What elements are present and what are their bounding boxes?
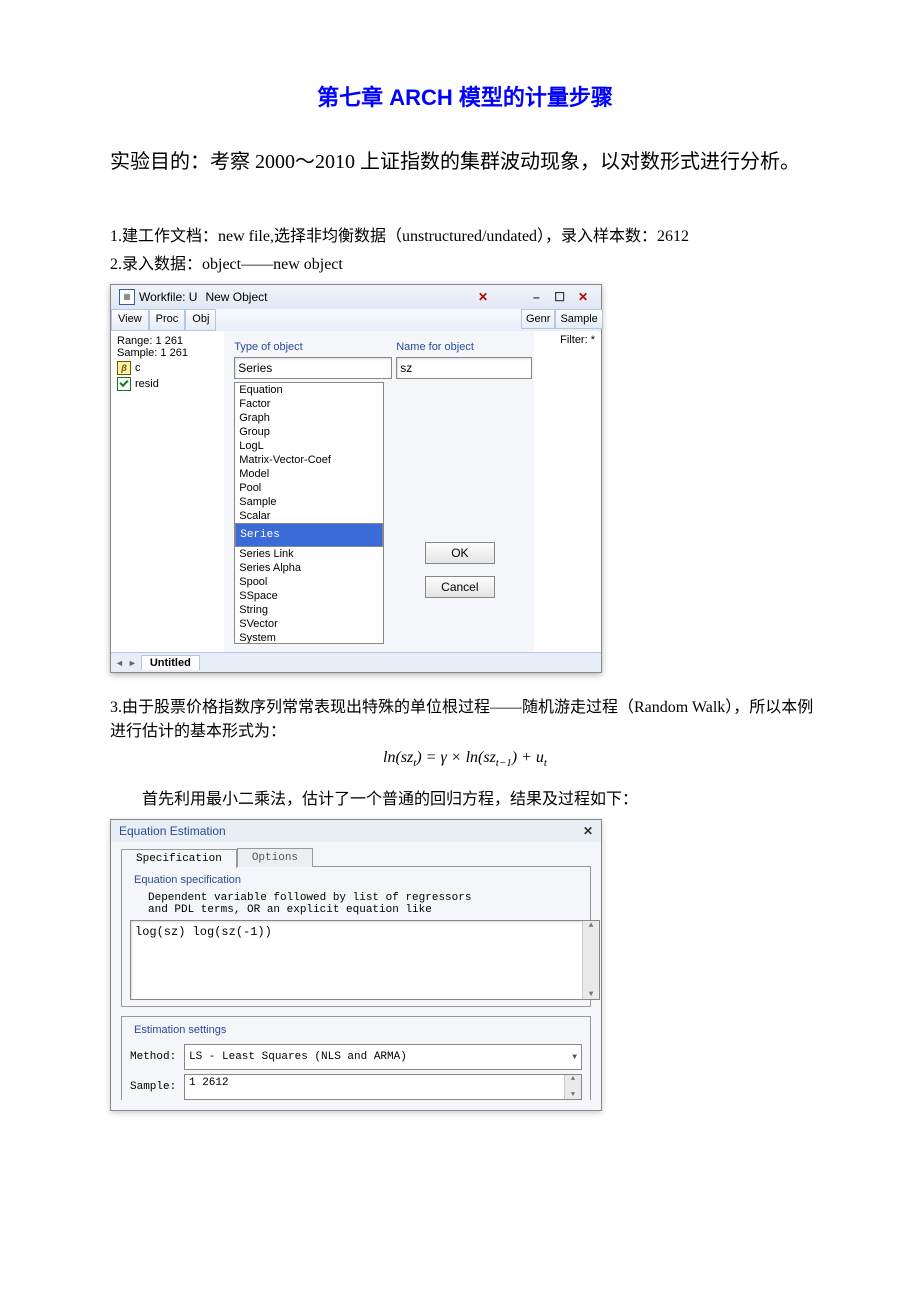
equation-formula: ln(szt) = γ × ln(szt−1) + ut xyxy=(110,749,820,769)
tab-specification[interactable]: Specification xyxy=(121,849,237,868)
list-item[interactable]: Sample xyxy=(235,495,383,509)
scroll-down-icon[interactable]: ▼ xyxy=(589,990,594,999)
spinner[interactable]: ▲▼ xyxy=(564,1075,581,1099)
method-select[interactable]: LS - Least Squares (NLS and ARMA)▼ xyxy=(184,1044,582,1070)
eq-title: Equation Estimation xyxy=(119,824,226,838)
type-input[interactable] xyxy=(234,357,392,379)
spec-label: Equation specification xyxy=(130,874,245,886)
list-item[interactable]: SSpace xyxy=(235,589,383,603)
modal-title: New Object xyxy=(205,290,267,304)
est-label: Estimation settings xyxy=(130,1024,230,1036)
spin-down-icon[interactable]: ▼ xyxy=(571,1091,575,1099)
method-label: Method: xyxy=(130,1051,180,1063)
series-c[interactable]: βc xyxy=(117,361,218,375)
close-icon[interactable]: ✕ xyxy=(573,290,593,304)
check-icon xyxy=(117,377,131,391)
list-item[interactable]: Scalar xyxy=(235,509,383,523)
list-item[interactable]: Model xyxy=(235,467,383,481)
list-item[interactable]: SVector xyxy=(235,617,383,631)
spec-textarea[interactable]: log(sz) log(sz(-1))▲▼ xyxy=(130,920,600,1000)
scrollbar[interactable]: ▲▼ xyxy=(582,921,599,999)
workfile-window: ▦ Workfile: U New Object ✕ – ☐ ✕ View Pr… xyxy=(110,284,602,673)
toolbar: View Proc Obj Genr Sample xyxy=(111,309,601,331)
tab-prev-icon[interactable]: ◄ xyxy=(115,658,124,668)
ok-button[interactable]: OK xyxy=(425,542,495,564)
list-item[interactable]: Matrix-Vector-Coef xyxy=(235,453,383,467)
workfile-icon: ▦ xyxy=(119,289,135,305)
step-3a: 3.由于股票价格指数序列常常表现出特殊的单位根过程——随机游走过程（Random… xyxy=(110,693,820,741)
list-item[interactable]: Series Link xyxy=(235,547,383,561)
sample-label: Sample: xyxy=(130,1081,180,1093)
type-label: Type of object xyxy=(234,341,384,353)
name-label: Name for object xyxy=(396,341,523,353)
estimation-settings-group: Estimation settings Method: LS - Least S… xyxy=(121,1016,591,1100)
list-item[interactable]: Pool xyxy=(235,481,383,495)
sample-input[interactable]: 1 2612▲▼ xyxy=(184,1074,582,1100)
list-item[interactable]: Series Alpha xyxy=(235,561,383,575)
modal-close-icon[interactable]: ✕ xyxy=(473,290,493,304)
equation-spec-group: Equation specification Dependent variabl… xyxy=(121,866,591,1007)
tab-bar: ◄ ► Untitled xyxy=(111,652,601,672)
eq-titlebar: Equation Estimation ✕ xyxy=(111,820,601,842)
list-item[interactable]: Group xyxy=(235,425,383,439)
minimize-icon[interactable]: – xyxy=(526,290,546,304)
step-1: 1.建工作文档：new file,选择非均衡数据（unstructured/un… xyxy=(110,222,820,246)
step-2: 2.录入数据：object——new object xyxy=(110,250,820,274)
beta-icon: β xyxy=(117,361,131,375)
eq-tabs: Specification Options xyxy=(121,848,591,867)
sample-button[interactable]: Sample xyxy=(555,309,602,329)
obj-button[interactable]: Obj xyxy=(185,309,216,331)
maximize-icon[interactable]: ☐ xyxy=(550,290,570,304)
list-item[interactable]: Factor xyxy=(235,397,383,411)
list-item[interactable]: Spool xyxy=(235,575,383,589)
workfile-sidebar: Range: 1 261 Sample: 1 261 βc resid xyxy=(111,331,224,652)
new-object-dialog: Type of object Equation Factor Graph Gro… xyxy=(224,331,533,652)
page-title: 第七章 ARCH 模型的计量步骤 xyxy=(110,80,820,112)
workfile-title: Workfile: U xyxy=(139,290,197,304)
list-item[interactable]: System xyxy=(235,631,383,644)
list-item[interactable]: LogL xyxy=(235,439,383,453)
cancel-button[interactable]: Cancel xyxy=(425,576,495,598)
range-text: Range: 1 261 xyxy=(117,335,218,347)
series-resid[interactable]: resid xyxy=(117,377,218,391)
view-button[interactable]: View xyxy=(111,309,149,331)
genr-button[interactable]: Genr xyxy=(521,309,555,329)
spec-help: Dependent variable followed by list of r… xyxy=(148,892,582,916)
eq-close-icon[interactable]: ✕ xyxy=(583,824,593,838)
titlebar: ▦ Workfile: U New Object ✕ – ☐ ✕ xyxy=(111,285,601,309)
equation-estimation-window: Equation Estimation ✕ Specification Opti… xyxy=(110,819,602,1111)
proc-button[interactable]: Proc xyxy=(149,309,186,331)
step-3b: 首先利用最小二乘法，估计了一个普通的回归方程，结果及过程如下： xyxy=(110,785,820,809)
name-input[interactable] xyxy=(396,357,531,379)
tab-untitled[interactable]: Untitled xyxy=(141,655,200,670)
experiment-purpose: 实验目的：考察 2000～2010 上证指数的集群波动现象，以对数形式进行分析。 xyxy=(110,142,820,182)
spin-up-icon[interactable]: ▲ xyxy=(571,1075,575,1083)
filter-text: Filter: * xyxy=(534,331,602,349)
list-item[interactable]: String xyxy=(235,603,383,617)
tab-next-icon[interactable]: ► xyxy=(128,658,137,668)
sample-text: Sample: 1 261 xyxy=(117,347,218,359)
dropdown-icon: ▼ xyxy=(572,1053,577,1062)
list-item[interactable]: Equation xyxy=(235,383,383,397)
list-item[interactable]: Graph xyxy=(235,411,383,425)
tab-options[interactable]: Options xyxy=(237,848,313,867)
type-listbox[interactable]: Equation Factor Graph Group LogL Matrix-… xyxy=(234,382,384,644)
list-item-selected[interactable]: Series xyxy=(235,523,383,547)
scroll-up-icon[interactable]: ▲ xyxy=(589,921,594,930)
